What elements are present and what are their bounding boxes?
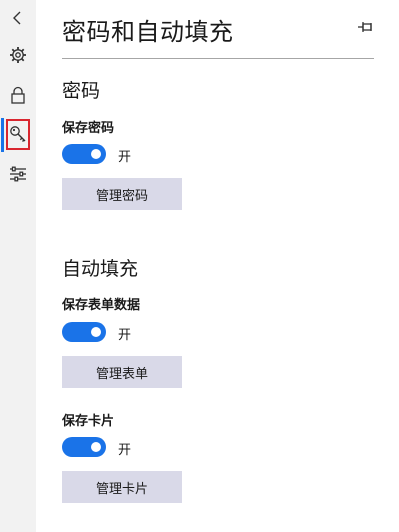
save-passwords-toggle[interactable] — [62, 144, 106, 164]
nav-item-advanced[interactable] — [0, 158, 36, 190]
passwords-heading: 密码 — [62, 80, 101, 102]
save-cards-state: 开 — [118, 443, 132, 458]
back-button[interactable] — [0, 2, 36, 34]
nav-item-passwords-autofill[interactable] — [0, 118, 36, 150]
key-icon — [10, 126, 26, 142]
toggle-knob — [91, 149, 101, 159]
pin-icon — [358, 22, 372, 32]
save-form-data-toggle[interactable] — [62, 322, 106, 342]
sliders-icon — [10, 166, 26, 182]
manage-forms-button[interactable]: 管理表单 — [62, 356, 182, 388]
save-passwords-label: 保存密码 — [62, 121, 115, 136]
save-cards-label: 保存卡片 — [62, 414, 115, 429]
manage-cards-button[interactable]: 管理卡片 — [62, 471, 182, 503]
toggle-knob — [91, 442, 101, 452]
page-title: 密码和自动填充 — [62, 18, 234, 46]
back-arrow-icon — [13, 11, 21, 25]
save-passwords-state: 开 — [118, 150, 132, 165]
manage-passwords-button[interactable]: 管理密码 — [62, 178, 182, 210]
nav-item-privacy[interactable] — [0, 79, 36, 111]
lock-icon — [11, 86, 25, 104]
gear-icon — [10, 47, 26, 63]
autofill-heading: 自动填充 — [62, 258, 139, 280]
nav-item-general-settings[interactable] — [0, 39, 36, 71]
save-form-data-state: 开 — [118, 328, 132, 343]
nav-rail — [0, 0, 36, 532]
toggle-knob — [91, 327, 101, 337]
title-divider — [62, 58, 374, 59]
save-cards-toggle[interactable] — [62, 437, 106, 457]
pin-button[interactable] — [356, 18, 376, 36]
save-form-data-label: 保存表单数据 — [62, 298, 141, 313]
settings-panel: 密码和自动填充 密码 保存密码 开 管理密码 自动填充 保存表单数据 开 管理表… — [0, 0, 399, 532]
